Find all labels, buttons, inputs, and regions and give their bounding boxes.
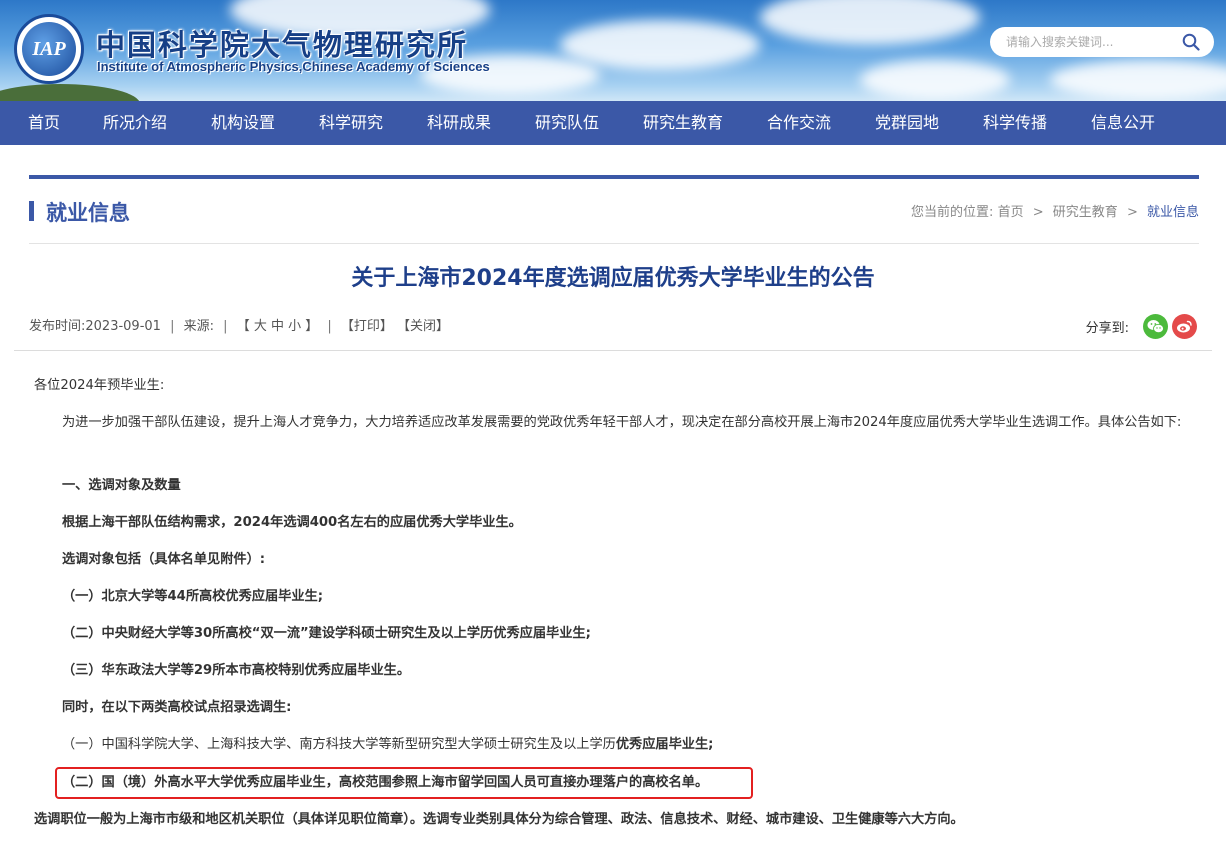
cloud-decoration	[860, 60, 1010, 100]
paragraph: 同时，在以下两类高校试点招录选调生:	[62, 700, 292, 715]
site-title-cn[interactable]: 中国科学院大气物理研究所	[96, 22, 468, 64]
nav-item-team[interactable]: 研究队伍	[535, 101, 599, 145]
list-item-text: （一）中国科学院大学、上海科技大学、南方科技大学等新型研究型大学硕士研究生及以上…	[62, 737, 616, 752]
nav-item-party[interactable]: 党群园地	[875, 101, 939, 145]
weibo-icon[interactable]	[1172, 314, 1197, 339]
nav-item-outreach[interactable]: 科学传播	[983, 101, 1047, 145]
breadcrumb: 您当前的位置: 首页 > 研究生教育 > 就业信息	[911, 201, 1199, 220]
nav-item-organization[interactable]: 机构设置	[211, 101, 275, 145]
breadcrumb-prefix: 您当前的位置:	[911, 205, 994, 220]
nav-item-cooperation[interactable]: 合作交流	[767, 101, 831, 145]
main-nav: 首页 所况介绍 机构设置 科学研究 科研成果 研究队伍 研究生教育 合作交流 党…	[0, 101, 1226, 145]
breadcrumb-current[interactable]: 就业信息	[1147, 205, 1199, 220]
article-title: 关于上海市2024年度选调应届优秀大学毕业生的公告	[351, 266, 875, 291]
source-label: 来源:	[183, 319, 215, 334]
list-item: （一）中国科学院大学、上海科技大学、南方科技大学等新型研究型大学硕士研究生及以上…	[62, 733, 713, 757]
hill-decoration	[0, 84, 140, 101]
print-link[interactable]: 【打印】	[341, 319, 393, 334]
search-input[interactable]	[1006, 35, 1176, 49]
cloud-decoration	[760, 0, 980, 45]
section-title: 就业信息	[46, 201, 130, 225]
salutation: 各位2024年预毕业生:	[34, 378, 165, 393]
list-item: （三）华东政法大学等29所本市高校特别优秀应届毕业生。	[62, 663, 411, 678]
header-banner: IAP 中国科学院大气物理研究所 Institute of Atmospheri…	[0, 0, 1226, 101]
highlight-annotation-box	[55, 767, 753, 799]
meta-divider: |	[327, 319, 332, 334]
paragraph: 选调对象包括（具体名单见附件）:	[62, 552, 266, 567]
meta-divider: |	[170, 319, 175, 334]
list-item: （一）北京大学等44所高校优秀应届毕业生;	[62, 589, 323, 604]
cloud-decoration	[1050, 60, 1226, 100]
section-top-rule	[29, 175, 1199, 179]
paragraph: 根据上海干部队伍结构需求，2024年选调400名左右的应届优秀大学毕业生。	[62, 515, 522, 530]
section-accent-bar	[29, 201, 34, 221]
intro-paragraph: 为进一步加强干部队伍建设，提升上海人才竞争力，大力培养适应改革发展需要的党政优秀…	[62, 415, 1182, 430]
institute-logo[interactable]: IAP	[14, 14, 84, 84]
nav-item-home[interactable]: 首页	[28, 101, 60, 145]
nav-item-disclosure[interactable]: 信息公开	[1091, 101, 1155, 145]
paragraph: 选调职位一般为上海市市级和地区机关职位（具体详见职位简章）。选调专业类别具体分为…	[34, 812, 964, 827]
share-bar: 分享到:	[1086, 314, 1197, 339]
nav-item-graduate-education[interactable]: 研究生教育	[643, 101, 723, 145]
search-box	[990, 27, 1214, 57]
section-heading: 一、选调对象及数量	[62, 478, 181, 493]
divider	[14, 350, 1212, 351]
publish-label: 发布时间:	[29, 319, 86, 334]
meta-divider: |	[223, 319, 228, 334]
font-size-control[interactable]: 【 大 中 小 】	[237, 319, 319, 334]
breadcrumb-graduate-education[interactable]: 研究生教育	[1053, 205, 1118, 220]
nav-item-research[interactable]: 科学研究	[319, 101, 383, 145]
site-title-en[interactable]: Institute of Atmospheric Physics,Chinese…	[97, 59, 490, 74]
close-link[interactable]: 【关闭】	[397, 319, 449, 334]
divider	[29, 243, 1199, 244]
list-item: （二）中央财经大学等30所高校“双一流”建设学科硕士研究生及以上学历优秀应届毕业…	[62, 626, 591, 641]
nav-item-about[interactable]: 所况介绍	[103, 101, 167, 145]
breadcrumb-separator: >	[1126, 205, 1138, 220]
article-meta: 发布时间:2023-09-01 | 来源: | 【 大 中 小 】 | 【打印】…	[29, 315, 449, 334]
nav-item-achievements[interactable]: 科研成果	[427, 101, 491, 145]
breadcrumb-separator: >	[1032, 205, 1044, 220]
cloud-decoration	[560, 20, 760, 70]
wechat-icon[interactable]	[1143, 314, 1168, 339]
list-item-text-bold: 优秀应届毕业生;	[615, 737, 714, 752]
publish-date: 2023-09-01	[85, 319, 161, 334]
logo-text: IAP	[22, 22, 76, 76]
search-icon[interactable]	[1182, 33, 1200, 51]
share-label: 分享到:	[1085, 321, 1129, 336]
breadcrumb-home[interactable]: 首页	[998, 205, 1024, 220]
